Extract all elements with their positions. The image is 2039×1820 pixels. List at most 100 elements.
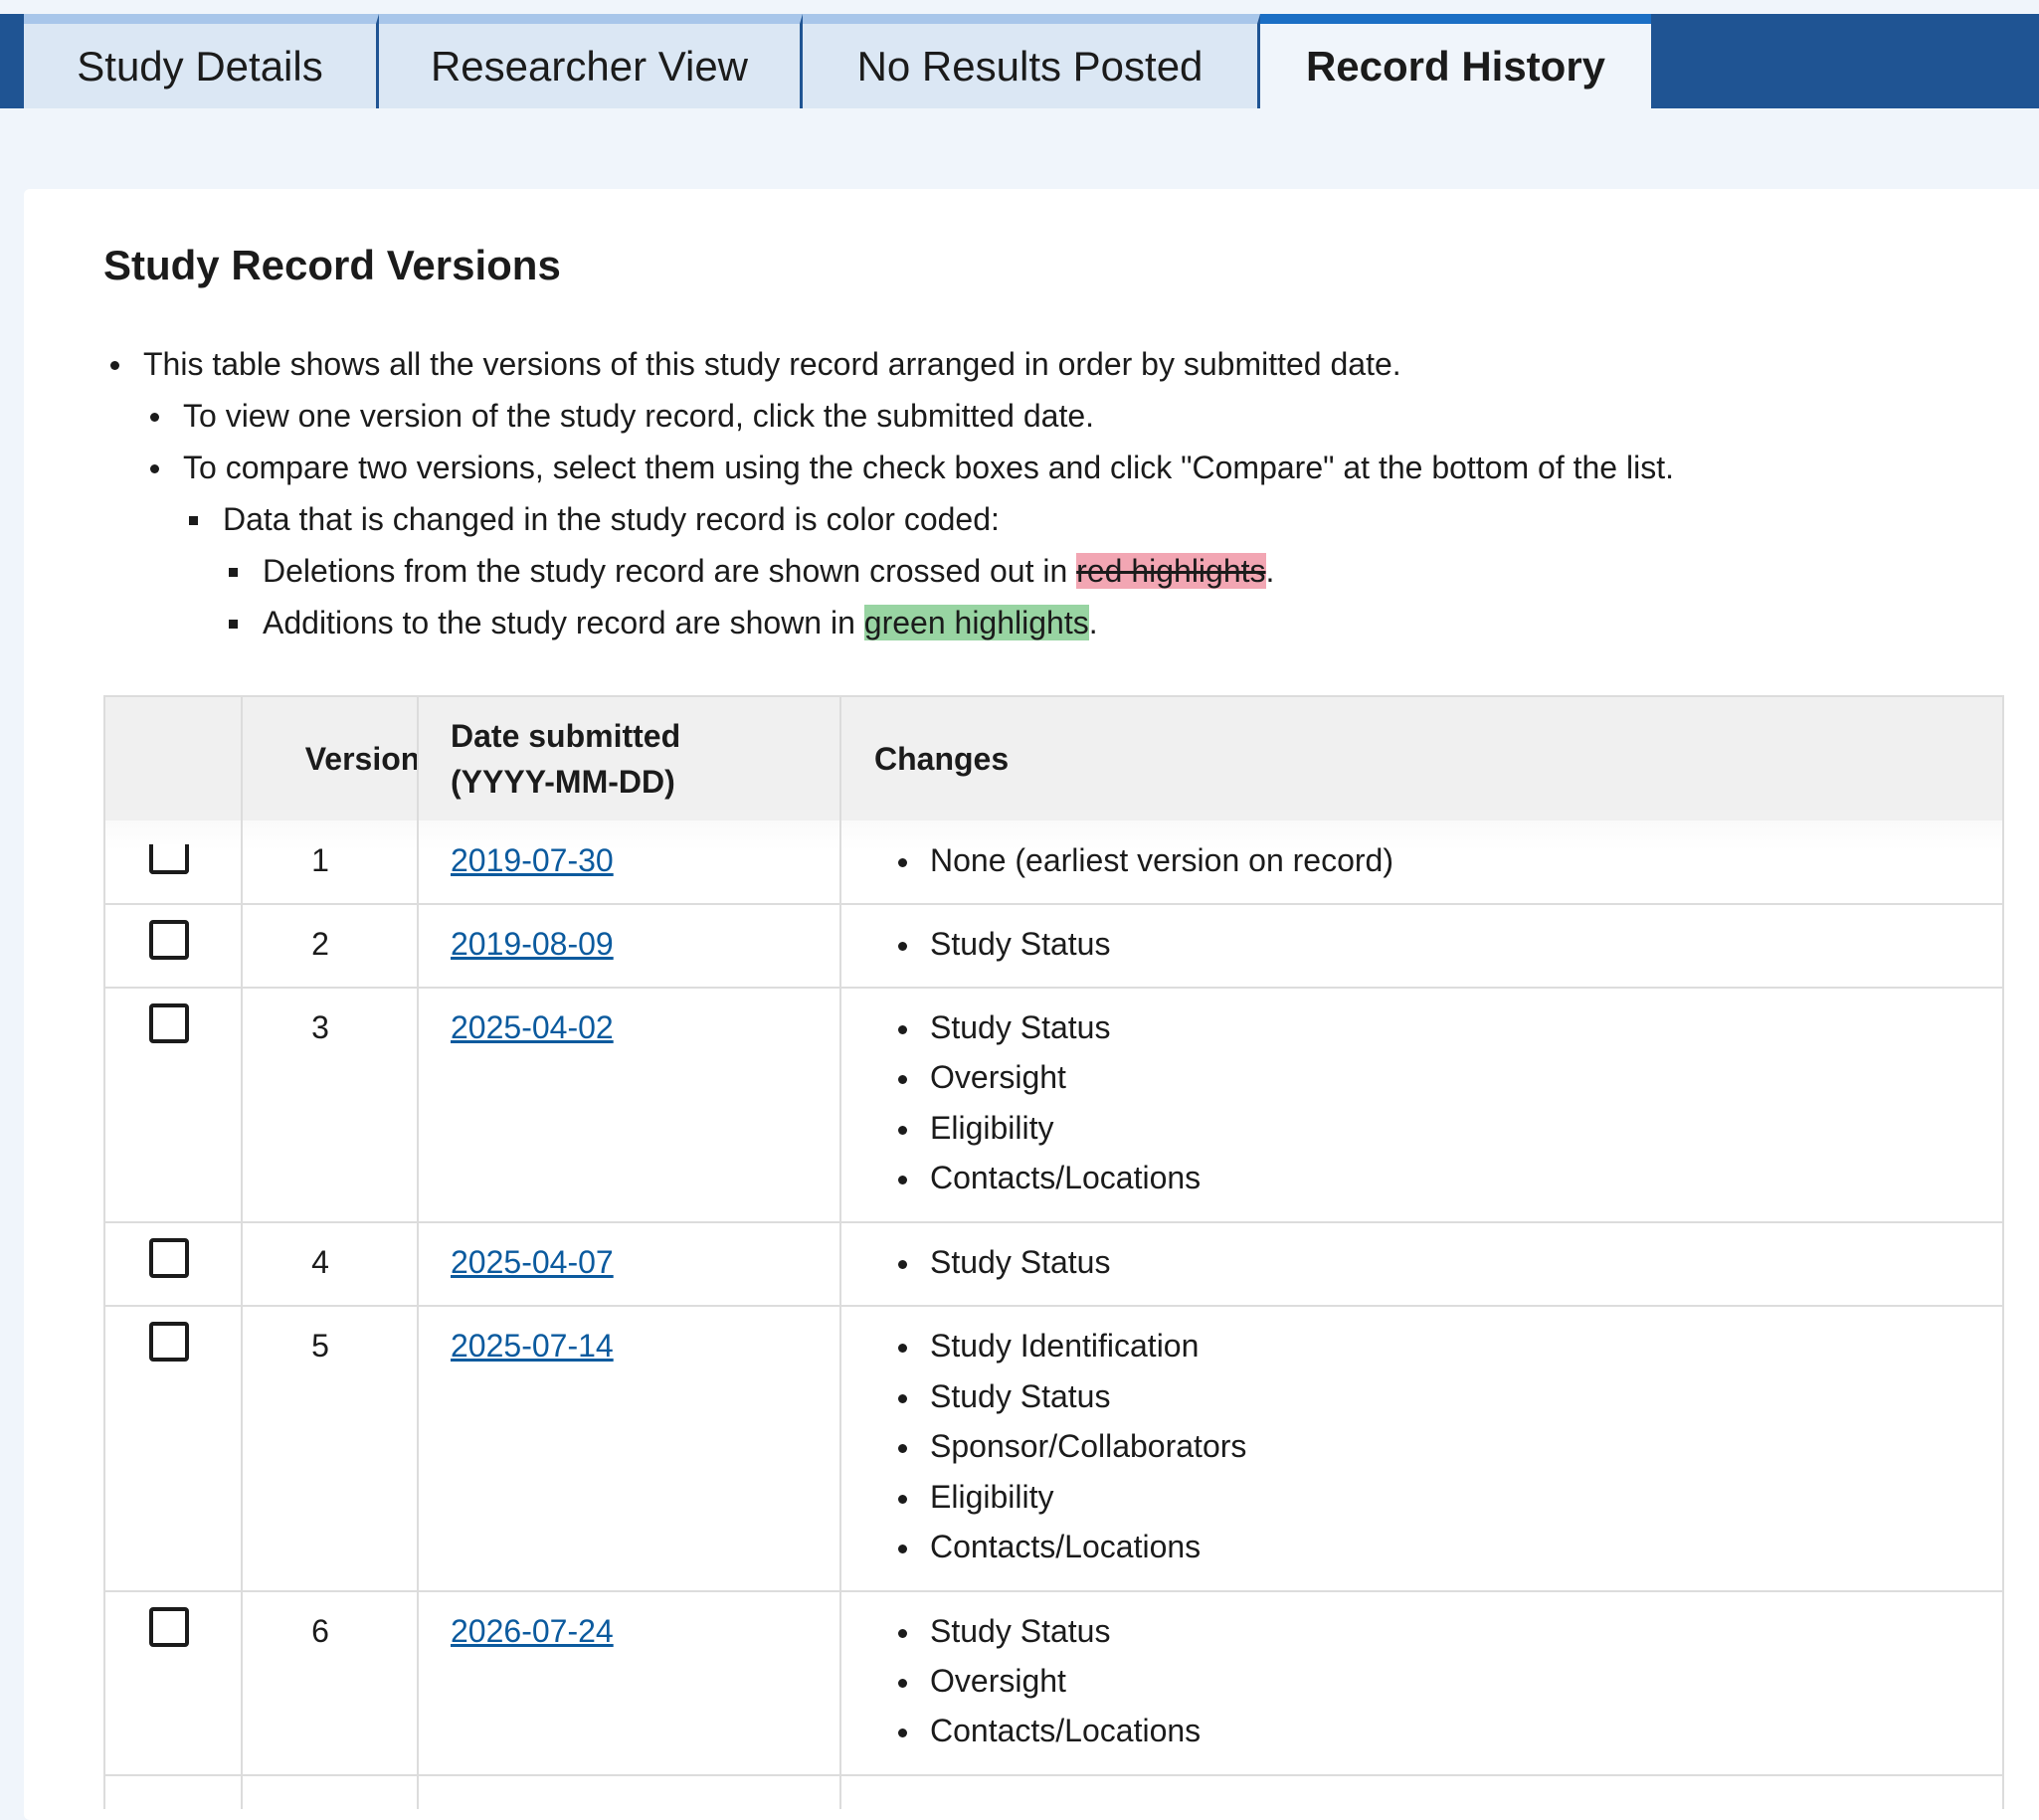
change-item: Study Identification xyxy=(898,1328,1200,1365)
change-text: Oversight xyxy=(930,1059,1066,1095)
page-title: Study Record Versions xyxy=(103,242,561,288)
row-divider xyxy=(105,1305,2002,1307)
version-date-link[interactable]: 2026-07-24 xyxy=(451,1613,614,1650)
bullet-dot xyxy=(150,464,159,473)
bullet-dot xyxy=(898,1729,907,1737)
instruction-line: To view one version of the study record,… xyxy=(183,398,1095,434)
version-checkbox[interactable] xyxy=(149,1003,189,1043)
version-date-link[interactable]: 2025-04-07 xyxy=(451,1244,614,1281)
change-text: None (earliest version on record) xyxy=(930,842,1393,878)
change-text: Study Status xyxy=(930,1613,1111,1649)
version-checkbox[interactable] xyxy=(149,844,189,874)
bullet-dot xyxy=(898,1545,907,1553)
change-item: Contacts/Locations xyxy=(898,1529,1202,1565)
bullet-dot xyxy=(898,1344,907,1353)
row-divider xyxy=(105,1590,2002,1592)
version-checkbox[interactable] xyxy=(149,920,189,960)
version-date-link[interactable]: 2019-07-30 xyxy=(451,842,614,879)
change-item: Study Status xyxy=(898,926,1111,963)
change-item: Sponsor/Collaborators xyxy=(898,1428,1247,1465)
row-divider xyxy=(105,1774,2002,1776)
bullet-dot xyxy=(898,1025,907,1034)
version-number: 4 xyxy=(311,1244,329,1280)
change-text: Study Identification xyxy=(930,1328,1200,1364)
version-checkbox[interactable] xyxy=(149,1607,189,1647)
bullet-dot xyxy=(898,1126,907,1135)
change-text: Eligibility xyxy=(930,1479,1054,1515)
version-date-link[interactable]: 2025-04-02 xyxy=(451,1009,614,1046)
tab-record-history[interactable]: Record History xyxy=(1260,14,1651,109)
version-number: 3 xyxy=(311,1009,329,1045)
change-text: Study Status xyxy=(930,1009,1111,1045)
change-item: Oversight xyxy=(898,1059,1066,1096)
bullet-dot xyxy=(898,1679,907,1688)
green-highlight-sample: green highlights xyxy=(863,605,1089,640)
change-text: Study Status xyxy=(930,1244,1111,1280)
deletion-legend: Deletions from the study record are show… xyxy=(263,551,1274,591)
change-item: Eligibility xyxy=(898,1110,1054,1147)
bullet-dot xyxy=(898,942,907,951)
bullet-dot xyxy=(898,1394,907,1403)
version-date-link[interactable]: 2019-08-09 xyxy=(451,926,614,963)
change-item: Study Status xyxy=(898,1378,1111,1415)
change-text: Sponsor/Collaborators xyxy=(930,1428,1247,1464)
column-header-date: Date submitted (YYYY-MM-DD) xyxy=(451,697,873,820)
change-text: Eligibility xyxy=(930,1110,1054,1146)
column-divider xyxy=(241,697,243,1809)
column-header-date-line2: (YYYY-MM-DD) xyxy=(451,764,675,800)
column-header-changes: Changes xyxy=(874,740,1010,777)
change-text: Contacts/Locations xyxy=(930,1713,1202,1748)
tab-bar: Study Details Researcher View No Results… xyxy=(0,14,2039,109)
legend-text: Additions to the study record are shown … xyxy=(263,605,864,640)
tab-no-results-posted[interactable]: No Results Posted xyxy=(803,14,1260,108)
change-item: Study Status xyxy=(898,1009,1111,1046)
column-divider xyxy=(417,697,419,1809)
version-number: 5 xyxy=(311,1328,329,1364)
addition-legend: Additions to the study record are shown … xyxy=(263,603,1098,642)
row-divider xyxy=(105,987,2002,989)
bullet-dot xyxy=(150,413,159,422)
table-header: Version Date submitted (YYYY-MM-DD) Chan… xyxy=(105,697,2002,820)
change-text: Contacts/Locations xyxy=(930,1160,1202,1195)
change-item: Oversight xyxy=(898,1663,1066,1700)
bullet-square xyxy=(189,516,198,525)
row-divider xyxy=(105,903,2002,905)
version-number: 1 xyxy=(311,842,329,878)
change-item: Eligibility xyxy=(898,1479,1054,1516)
change-item: Contacts/Locations xyxy=(898,1713,1202,1749)
change-text: Study Status xyxy=(930,1378,1111,1414)
row-divider xyxy=(105,1221,2002,1223)
bullet-square xyxy=(229,568,238,577)
legend-punct: . xyxy=(1265,553,1275,589)
column-header-version: Version xyxy=(304,740,421,777)
change-text: Oversight xyxy=(930,1663,1066,1699)
change-item: Study Status xyxy=(898,1244,1111,1281)
column-header-date-line1: Date submitted xyxy=(451,718,681,754)
version-checkbox[interactable] xyxy=(149,1238,189,1278)
change-item: Contacts/Locations xyxy=(898,1160,1202,1196)
bullet-square xyxy=(229,620,238,629)
instruction-line: To compare two versions, select them usi… xyxy=(183,450,1674,485)
tab-researcher-view[interactable]: Researcher View xyxy=(379,14,803,108)
legend-punct: . xyxy=(1088,605,1098,640)
bullet-dot xyxy=(110,361,119,370)
bullet-dot xyxy=(898,1629,907,1638)
red-highlight-sample: red highlights xyxy=(1076,553,1266,589)
instruction-line: Data that is changed in the study record… xyxy=(223,501,1000,537)
version-date-link[interactable]: 2025-07-14 xyxy=(451,1328,614,1365)
instruction-line: This table shows all the versions of thi… xyxy=(143,346,1401,382)
versions-table: Version Date submitted (YYYY-MM-DD) Chan… xyxy=(103,695,2004,1809)
change-item: None (earliest version on record) xyxy=(898,842,1393,879)
column-divider xyxy=(839,697,841,1809)
change-text: Study Status xyxy=(930,926,1111,962)
change-text: Contacts/Locations xyxy=(930,1529,1202,1564)
version-checkbox[interactable] xyxy=(149,1322,189,1362)
legend-text: Deletions from the study record are show… xyxy=(263,553,1077,589)
tab-study-details[interactable]: Study Details xyxy=(24,14,379,108)
bullet-dot xyxy=(898,1176,907,1184)
bullet-dot xyxy=(898,1075,907,1084)
bullet-dot xyxy=(898,1260,907,1269)
bullet-dot xyxy=(898,1444,907,1453)
version-number: 6 xyxy=(311,1613,329,1649)
bullet-dot xyxy=(898,858,907,867)
